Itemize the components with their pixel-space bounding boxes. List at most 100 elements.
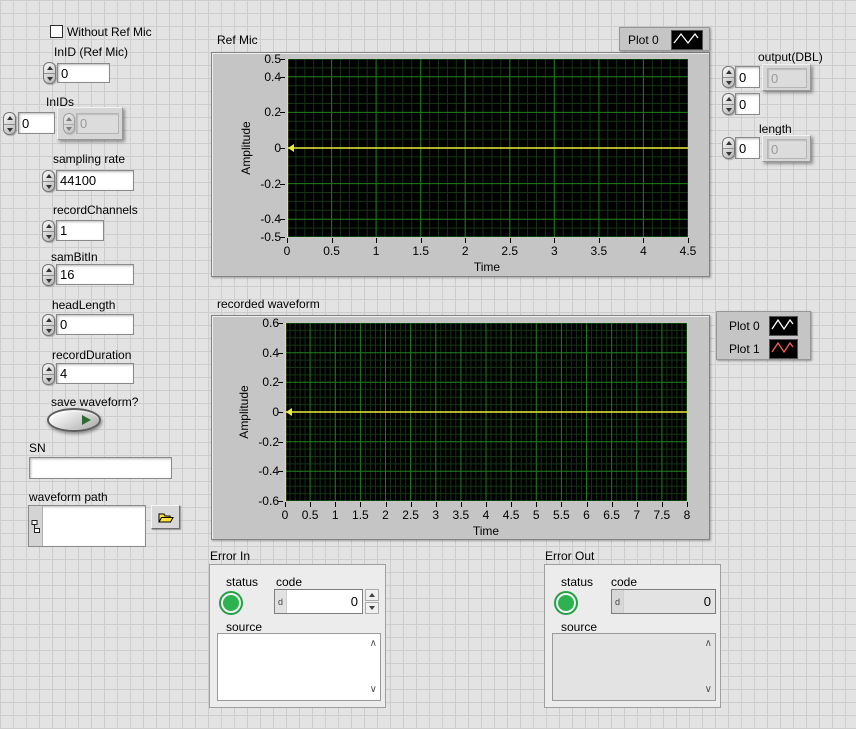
head-length-stepper[interactable] <box>42 314 55 336</box>
x-tick-label: 3.5 <box>579 244 619 258</box>
y-tick-mark <box>278 471 283 472</box>
inid-ref-mic-field[interactable]: 0 <box>57 63 110 83</box>
error-out-code-value: 0 <box>624 594 715 609</box>
y-tick-mark <box>280 184 285 185</box>
x-tick-label: 0.5 <box>312 244 352 258</box>
head-length-field[interactable]: 0 <box>56 314 134 335</box>
inid-ref-mic-stepper[interactable] <box>43 62 56 84</box>
labview-front-panel: Without Ref Mic InID (Ref Mic) 0 InIDs 0… <box>0 0 856 729</box>
x-tick-mark <box>421 238 422 243</box>
record-channels-stepper[interactable] <box>42 220 55 242</box>
graph2-legend-plot1-swatch[interactable] <box>769 339 798 359</box>
inid-ref-mic-label: InID (Ref Mic) <box>54 45 128 59</box>
y-tick-label: -0.4 <box>235 212 281 226</box>
save-waveform-toggle[interactable] <box>47 408 101 432</box>
error-out-code-label: code <box>611 575 637 589</box>
path-type-icon <box>31 520 41 533</box>
scroll-down-icon[interactable]: ∨ <box>705 685 712 695</box>
length-index-stepper[interactable] <box>722 137 735 159</box>
x-tick-label: 2 <box>445 244 485 258</box>
error-in-code-field[interactable]: d 0 <box>274 589 363 614</box>
x-tick-label: 3 <box>534 244 574 258</box>
x-tick-mark <box>285 502 286 507</box>
without-ref-mic-checkbox[interactable] <box>50 25 63 38</box>
y-tick-mark <box>278 412 283 413</box>
inids-index-stepper[interactable] <box>3 112 16 135</box>
error-in-cluster: status code d 0 source ∧ ∨ <box>209 564 386 708</box>
sn-field[interactable] <box>29 457 172 479</box>
error-in-title: Error In <box>210 549 250 563</box>
error-in-source-field[interactable]: ∧ ∨ <box>217 633 381 701</box>
record-duration-field[interactable]: 4 <box>56 363 134 384</box>
y-tick-label: -0.5 <box>235 230 281 244</box>
y-tick-label: -0.4 <box>233 464 279 478</box>
output-dbl-row-index-field[interactable]: 0 <box>735 66 760 88</box>
error-out-title: Error Out <box>545 549 594 563</box>
x-tick-mark <box>386 502 387 507</box>
error-in-code-stepper[interactable] <box>365 589 379 614</box>
scroll-up-icon[interactable]: ∧ <box>370 639 377 649</box>
record-channels-label: recordChannels <box>53 203 138 217</box>
graph2-legend[interactable]: Plot 0 Plot 1 <box>716 311 811 360</box>
record-channels-field[interactable]: 1 <box>56 220 104 241</box>
sampling-rate-label: sampling rate <box>53 152 125 166</box>
sampling-rate-stepper[interactable] <box>42 170 55 192</box>
output-dbl-col-index-stepper[interactable] <box>722 93 735 115</box>
output-dbl-row-index-stepper[interactable] <box>722 66 735 88</box>
x-tick-mark <box>599 238 600 243</box>
scroll-down-icon[interactable]: ∨ <box>370 685 377 695</box>
x-tick-mark <box>662 502 663 507</box>
x-tick-mark <box>587 502 588 507</box>
x-tick-mark <box>376 238 377 243</box>
y-tick-label: 0 <box>233 405 279 419</box>
y-tick-label: 0.5 <box>235 52 281 66</box>
inids-index-field[interactable]: 0 <box>18 112 55 134</box>
plot1-line-sample-icon <box>770 340 795 356</box>
graph1-plot-area <box>287 59 688 237</box>
toggle-arrow-icon <box>82 415 91 425</box>
waveform-path-field[interactable] <box>28 505 146 547</box>
browse-path-button[interactable] <box>151 505 180 529</box>
spin-up-icon[interactable] <box>365 589 379 601</box>
y-tick-mark <box>280 112 285 113</box>
x-tick-mark <box>612 502 613 507</box>
graph1-legend-plot0-swatch[interactable] <box>671 30 703 50</box>
y-tick-mark <box>280 77 285 78</box>
x-tick-mark <box>561 502 562 507</box>
x-tick-mark <box>486 502 487 507</box>
length-index-field[interactable]: 0 <box>735 137 760 159</box>
inids-element-stepper <box>63 113 75 134</box>
inids-element-frame: 0 <box>57 107 123 140</box>
y-tick-label: 0.2 <box>235 105 281 119</box>
sampling-rate-field[interactable]: 44100 <box>56 170 134 191</box>
x-tick-mark <box>332 238 333 243</box>
error-in-source-label: source <box>226 620 262 634</box>
error-in-status-led[interactable] <box>219 591 243 615</box>
spin-down-icon[interactable] <box>365 602 379 614</box>
graph2-legend-plot0-label[interactable]: Plot 0 <box>729 319 760 333</box>
sam-bit-in-field[interactable]: 16 <box>56 264 134 285</box>
x-tick-mark <box>465 238 466 243</box>
waveform-path-label: waveform path <box>29 490 108 504</box>
y-tick-label: 0 <box>235 141 281 155</box>
x-tick-label: 1.5 <box>401 244 441 258</box>
error-in-status-label: status <box>226 575 258 589</box>
x-tick-mark <box>310 502 311 507</box>
graph2-x-axis-label: Time <box>386 524 586 538</box>
output-dbl-label: output(DBL) <box>758 50 823 64</box>
sn-label: SN <box>29 441 46 455</box>
scroll-up-icon[interactable]: ∧ <box>705 639 712 649</box>
error-out-status-label: status <box>561 575 593 589</box>
record-duration-stepper[interactable] <box>42 363 55 385</box>
graph1-legend[interactable]: Plot 0 <box>619 27 710 51</box>
graph2-legend-plot0-swatch[interactable] <box>769 316 798 336</box>
radix-indicator: d <box>612 590 624 613</box>
sam-bit-in-stepper[interactable] <box>42 264 55 286</box>
x-tick-label: 0 <box>267 244 307 258</box>
radix-indicator[interactable]: d <box>275 590 287 613</box>
graph1-legend-plot0-label[interactable]: Plot 0 <box>628 33 659 47</box>
graph2-legend-plot1-label[interactable]: Plot 1 <box>729 342 760 356</box>
save-waveform-label: save waveform? <box>51 395 138 409</box>
output-dbl-col-index-field[interactable]: 0 <box>735 93 760 115</box>
y-tick-mark <box>278 353 283 354</box>
